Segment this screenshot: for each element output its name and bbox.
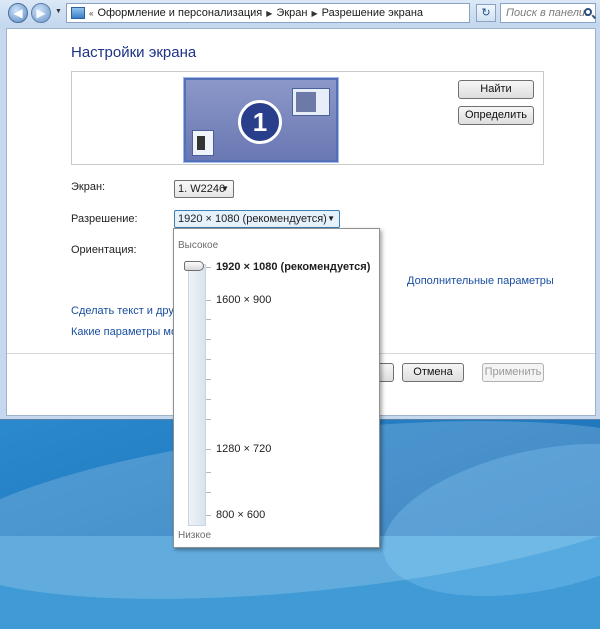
recent-pages-dropdown[interactable]: ▼ xyxy=(55,8,62,15)
find-button[interactable]: Найти xyxy=(458,80,534,99)
text-size-link[interactable]: Сделать текст и други xyxy=(71,305,184,317)
search-input[interactable] xyxy=(500,3,596,23)
chevron-down-icon: ▼ xyxy=(327,214,335,223)
control-panel-icon xyxy=(71,7,85,19)
resolution-slider-track[interactable] xyxy=(188,264,206,526)
monitor-thumbnail[interactable]: 1 xyxy=(184,78,338,162)
resolution-dropdown: Высокое 1920 × 1080 (рекомендуется) 1600… xyxy=(173,228,380,548)
search-icon[interactable] xyxy=(584,8,592,16)
identify-button[interactable]: Определить xyxy=(458,106,534,125)
window-thumbnail-icon xyxy=(192,130,214,156)
slider-tick xyxy=(206,319,211,320)
page-title: Настройки экрана xyxy=(71,44,197,61)
cancel-button[interactable]: Отмена xyxy=(402,363,464,382)
screen-select-value: 1. W2246 xyxy=(178,183,226,195)
high-resolution-label: Высокое xyxy=(178,240,219,251)
apply-button[interactable]: Применить xyxy=(482,363,544,382)
breadcrumb-overflow-icon[interactable]: « xyxy=(89,9,93,18)
window-thumbnail-icon xyxy=(292,88,330,116)
resolution-option[interactable]: 1920 × 1080 (рекомендуется) xyxy=(216,261,370,273)
monitor-number-badge: 1 xyxy=(238,100,282,144)
refresh-button[interactable]: ↻ xyxy=(476,4,496,22)
advanced-settings-link[interactable]: Дополнительные параметры xyxy=(407,275,554,287)
forward-button[interactable]: ▶ xyxy=(31,3,51,23)
slider-tick xyxy=(206,399,211,400)
breadcrumb-item[interactable]: Оформление и персонализация xyxy=(97,7,262,19)
resolution-slider-thumb[interactable] xyxy=(184,261,204,271)
breadcrumb-separator-icon[interactable]: ▶ xyxy=(266,9,272,18)
slider-tick xyxy=(206,472,211,473)
address-box[interactable]: « Оформление и персонализация ▶ Экран ▶ … xyxy=(66,3,470,23)
screen-label: Экран: xyxy=(71,181,106,193)
slider-tick xyxy=(206,419,211,420)
slider-tick xyxy=(206,267,211,268)
slider-tick xyxy=(206,359,211,360)
resolution-select-value: 1920 × 1080 (рекомендуется) xyxy=(178,213,327,225)
resolution-option[interactable]: 1600 × 900 xyxy=(216,294,271,306)
slider-tick xyxy=(206,492,211,493)
resolution-select[interactable]: 1920 × 1080 (рекомендуется) ▼ xyxy=(174,210,340,228)
address-toolbar: ◀ ▶ ▼ « Оформление и персонализация ▶ Эк… xyxy=(0,0,600,26)
back-button[interactable]: ◀ xyxy=(8,3,28,23)
slider-tick xyxy=(206,300,211,301)
orientation-label: Ориентация: xyxy=(71,244,137,256)
resolution-option[interactable]: 800 × 600 xyxy=(216,509,265,521)
slider-tick xyxy=(206,515,211,516)
slider-tick xyxy=(206,339,211,340)
slider-tick xyxy=(206,379,211,380)
slider-tick xyxy=(206,449,211,450)
breadcrumb-item[interactable]: Экран xyxy=(276,7,307,19)
resolution-option[interactable]: 1280 × 720 xyxy=(216,443,271,455)
breadcrumb-item[interactable]: Разрешение экрана xyxy=(322,7,423,19)
screen-select[interactable]: 1. W2246 ▼ xyxy=(174,180,234,198)
resolution-label: Разрешение: xyxy=(71,213,138,225)
display-params-link[interactable]: Какие параметры мо xyxy=(71,326,177,338)
breadcrumb-separator-icon[interactable]: ▶ xyxy=(311,9,317,18)
chevron-down-icon: ▼ xyxy=(221,184,229,193)
monitor-preview-panel: 1 Найти Определить xyxy=(71,71,544,165)
